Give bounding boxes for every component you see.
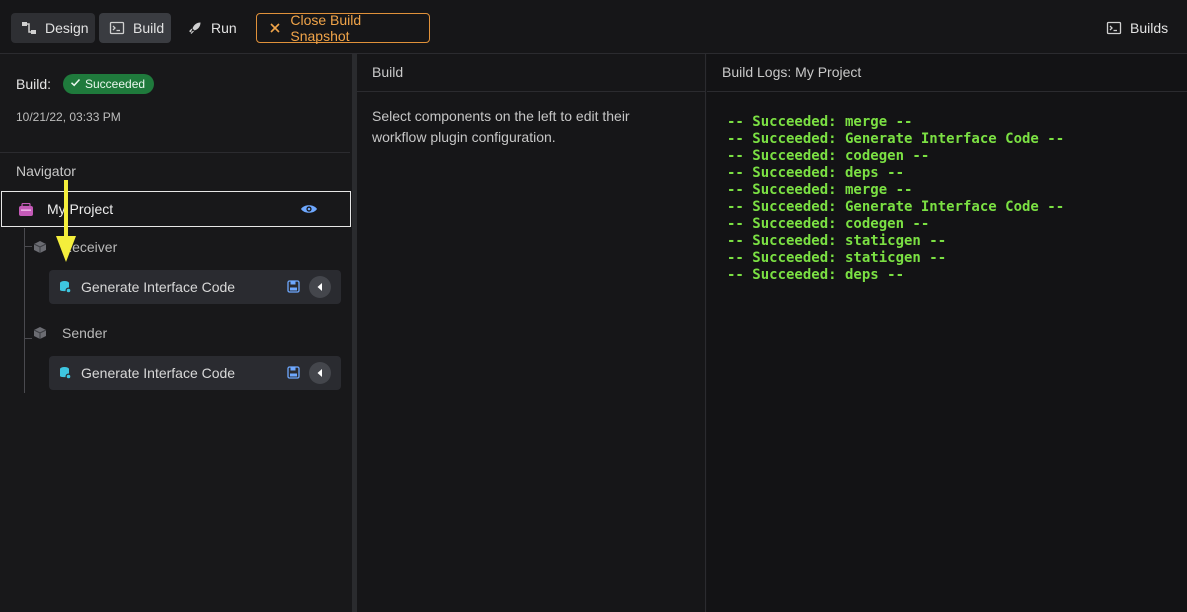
eye-icon[interactable] [300, 202, 318, 219]
diagram-icon [21, 20, 37, 36]
cube-icon [33, 240, 47, 257]
project-icon [18, 202, 34, 220]
status-badge: Succeeded [63, 74, 155, 94]
builds-label: Builds [1130, 20, 1169, 36]
build-panel-header: Build [357, 54, 705, 92]
log-line: -- Succeeded: merge -- [727, 182, 913, 198]
navigator-item-sender[interactable]: Sender [62, 325, 107, 341]
caret-left-icon [317, 283, 322, 291]
log-line: -- Succeeded: deps -- [727, 267, 905, 283]
collapse-button[interactable] [309, 276, 331, 298]
build-logs-header: Build Logs: My Project [707, 54, 1187, 92]
database-gear-icon [59, 366, 72, 383]
component-label: Generate Interface Code [81, 279, 236, 295]
close-build-snapshot-label: Close Build Snapshot [290, 12, 362, 44]
close-build-snapshot-button[interactable]: Close Build Snapshot [256, 12, 430, 44]
build-logs-panel: Build Logs: My Project -- Succeeded: mer… [707, 54, 1187, 612]
log-line: -- Succeeded: codegen -- [727, 216, 930, 232]
log-line: -- Succeeded: merge -- [727, 114, 913, 130]
check-icon [70, 77, 81, 91]
log-line: -- Succeeded: Generate Interface Code -- [727, 131, 1065, 147]
run-label: Run [211, 20, 237, 36]
build-label: Build [133, 20, 165, 36]
log-line: -- Succeeded: staticgen -- [727, 233, 947, 249]
status-text: Succeeded [85, 77, 146, 91]
divider [0, 152, 350, 153]
build-status-label: Build: [16, 76, 52, 92]
build-timestamp: 10/21/22, 03:33 PM [16, 110, 121, 124]
tree-line [24, 338, 32, 339]
build-config-panel: Build Select components on the left to e… [357, 54, 706, 612]
cube-icon [33, 326, 47, 343]
component-generate-interface-code[interactable]: Generate Interface Code [49, 270, 341, 304]
terminal-icon [109, 20, 125, 36]
component-generate-interface-code[interactable]: Generate Interface Code [49, 356, 341, 390]
log-line: -- Succeeded: codegen -- [727, 148, 930, 164]
left-sidebar: Build: Succeeded 10/21/22, 03:33 PM Navi… [0, 54, 352, 612]
rocket-icon [187, 20, 203, 36]
log-line: -- Succeeded: staticgen -- [727, 250, 947, 266]
component-label: Generate Interface Code [81, 365, 236, 381]
terminal-icon [1106, 20, 1122, 36]
save-icon[interactable] [287, 280, 300, 296]
log-line: -- Succeeded: deps -- [727, 165, 905, 181]
save-icon[interactable] [287, 366, 300, 382]
build-log-output: -- Succeeded: merge -- -- Succeeded: Gene… [727, 114, 1064, 284]
build-tab-button[interactable]: Build [99, 13, 171, 43]
design-label: Design [45, 20, 89, 36]
caret-left-icon [317, 369, 322, 377]
annotation-arrow-icon [54, 180, 78, 267]
build-panel-hint: Select components on the left to edit th… [372, 108, 630, 145]
design-tab-button[interactable]: Design [11, 13, 95, 43]
database-gear-icon [59, 280, 72, 297]
close-icon [267, 20, 282, 36]
tree-line [24, 246, 32, 247]
navigator-title: Navigator [16, 163, 76, 179]
run-tab-button[interactable]: Run [177, 13, 241, 43]
tree-line [24, 228, 25, 393]
log-line: -- Succeeded: Generate Interface Code -- [727, 199, 1065, 215]
builds-button[interactable]: Builds [1096, 13, 1176, 43]
top-toolbar: Design Build Run Close Build Snapshot Bu… [0, 0, 1187, 54]
collapse-button[interactable] [309, 362, 331, 384]
